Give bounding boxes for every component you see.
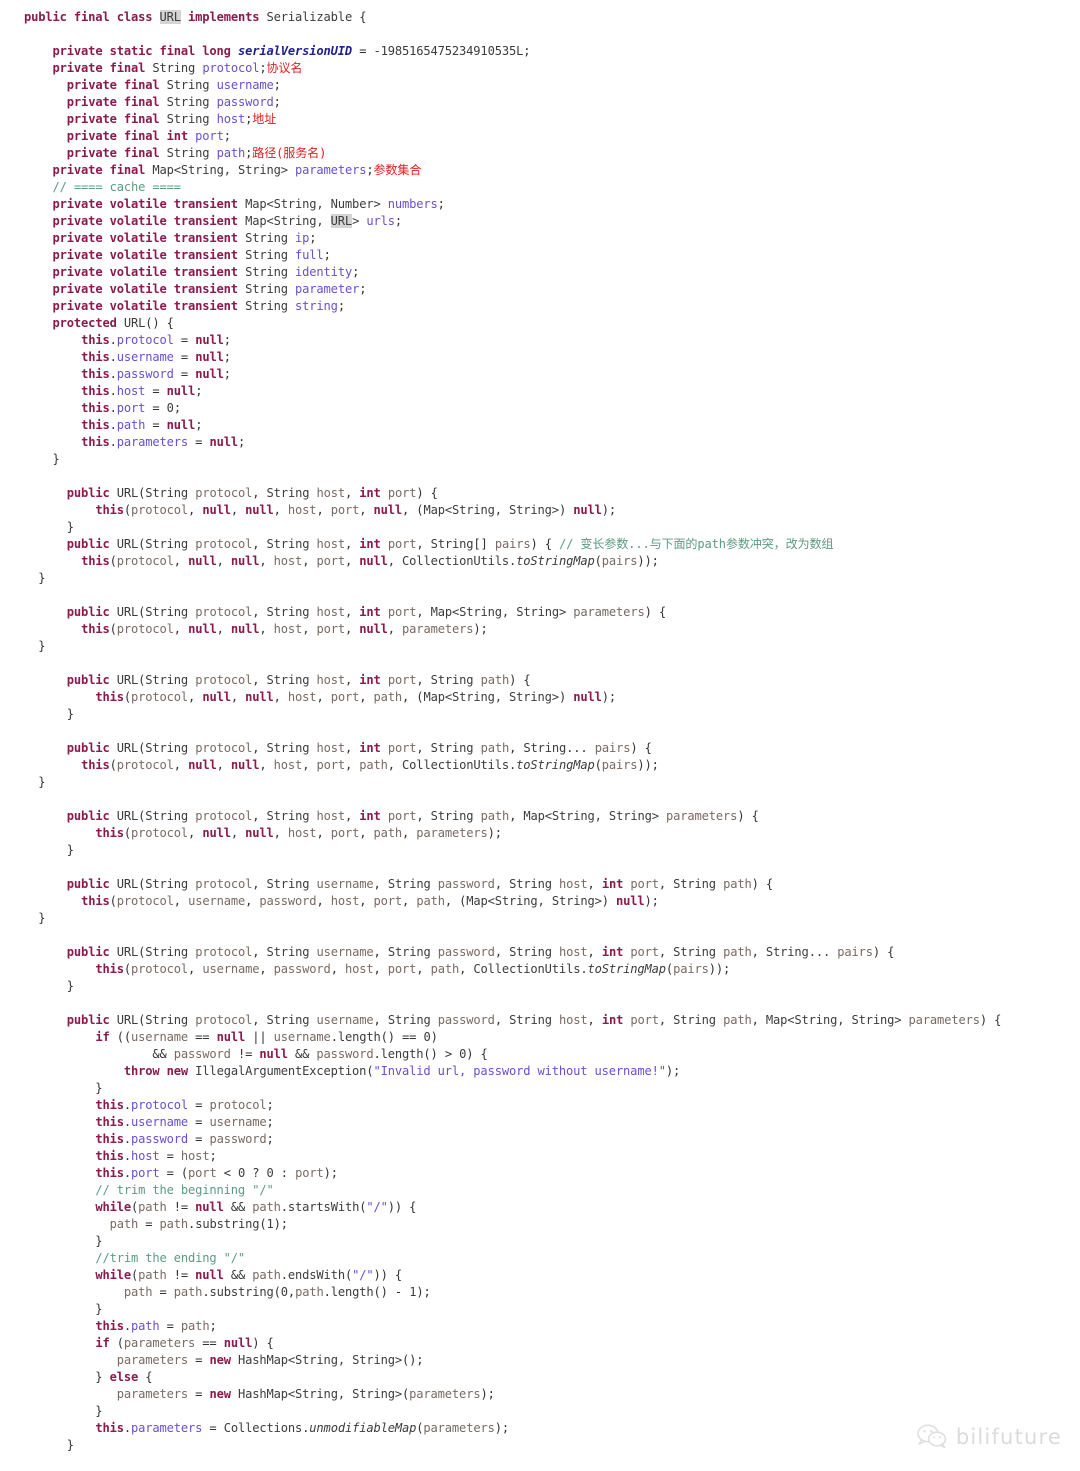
- code-line: }: [24, 520, 74, 534]
- watermark-label: bilifuture: [955, 1424, 1062, 1449]
- code-line: this.path = path;: [95, 1319, 217, 1333]
- code-line: this(protocol, null, null, host, port, p…: [95, 826, 502, 840]
- code-line: this.protocol = protocol;: [95, 1098, 274, 1112]
- code-line: public URL(String protocol, String usern…: [66, 877, 774, 891]
- code-viewer: public final class URL implements Serial…: [0, 0, 1080, 1471]
- code-line: }: [24, 911, 46, 925]
- code-line: }: [24, 571, 46, 585]
- code-line: private final String username;: [66, 78, 281, 92]
- code-line: this(protocol, null, null, host, port, n…: [95, 503, 616, 517]
- code-line: public URL(String protocol, String host,…: [66, 809, 759, 823]
- code-line: && password != null && password.length()…: [24, 1047, 488, 1061]
- code-line: this.username = null;: [81, 350, 231, 364]
- code-line: } else {: [24, 1370, 153, 1384]
- code-line: }: [24, 1234, 103, 1248]
- code-line: //trim the ending "/": [95, 1251, 246, 1265]
- code-line: private volatile transient String identi…: [52, 265, 360, 279]
- code-line: }: [24, 979, 74, 993]
- code-line: private volatile transient Map<String, U…: [52, 214, 403, 228]
- code-line: public URL(String protocol, String host,…: [66, 486, 438, 500]
- code-line: private final String host;地址: [66, 112, 277, 126]
- wechat-icon: [917, 1424, 947, 1449]
- code-line: }: [24, 775, 46, 789]
- code-line: }: [24, 1404, 103, 1418]
- watermark: bilifuture: [917, 1424, 1062, 1449]
- code-line: this.password = password;: [95, 1132, 274, 1146]
- code-line: private volatile transient Map<String, N…: [52, 197, 445, 211]
- code-line: while(path != null && path.startsWith("/…: [95, 1200, 417, 1214]
- code-line: this.host = null;: [81, 384, 203, 398]
- code-line: path = path.substring(1);: [109, 1217, 288, 1231]
- code-line: this(protocol, null, null, host, port, p…: [81, 758, 659, 772]
- code-line: }: [24, 1081, 103, 1095]
- code-line: parameters = new HashMap<String, String>…: [116, 1353, 424, 1367]
- code-line: private final Map<String, String> parame…: [52, 163, 422, 177]
- code-line: public URL(String protocol, String host,…: [66, 673, 531, 687]
- code-line: private volatile transient String ip;: [52, 231, 317, 245]
- code-line: private volatile transient String string…: [52, 299, 346, 313]
- code-line: }: [24, 639, 46, 653]
- code-line: }: [24, 1302, 103, 1316]
- code-line: public URL(String protocol, String usern…: [66, 945, 895, 959]
- code-line: parameters = new HashMap<String, String>…: [116, 1387, 495, 1401]
- code-line: }: [24, 707, 74, 721]
- code-line: if ((username == null || username.length…: [95, 1030, 438, 1044]
- code-line: while(path != null && path.endsWith("/")…: [95, 1268, 403, 1282]
- code-line: // ==== cache ====: [52, 180, 182, 194]
- code-line: private static final long serialVersionU…: [52, 44, 531, 58]
- code-line: this(protocol, null, null, host, port, p…: [95, 690, 616, 704]
- code-line: public URL(String protocol, String host,…: [66, 537, 834, 551]
- code-line: public final class URL implements Serial…: [24, 10, 367, 24]
- code-line: this.parameters = null;: [81, 435, 246, 449]
- code-line: this.host = host;: [95, 1149, 217, 1163]
- code-line: private final int port;: [66, 129, 231, 143]
- code-line: private final String password;: [66, 95, 281, 109]
- code-line: public URL(String protocol, String host,…: [66, 741, 652, 755]
- code-line: public URL(String protocol, String host,…: [66, 605, 666, 619]
- code-line: this.username = username;: [95, 1115, 274, 1129]
- code-line: }: [24, 843, 74, 857]
- code-line: this.port = 0;: [81, 401, 181, 415]
- code-line: private final String path;路径(服务名): [66, 146, 327, 160]
- code-line: }: [24, 452, 60, 466]
- code-line: protected URL() {: [52, 316, 174, 330]
- code-line: private volatile transient String full;: [52, 248, 331, 262]
- code-line: if (parameters == null) {: [95, 1336, 274, 1350]
- code-line: this(protocol, null, null, host, port, n…: [81, 554, 659, 568]
- code-line: this.protocol = null;: [81, 333, 231, 347]
- code-line: this.path = null;: [81, 418, 203, 432]
- code-line: this(protocol, null, null, host, port, n…: [81, 622, 488, 636]
- code-line: this(protocol, username, password, host,…: [81, 894, 659, 908]
- code-line: this.port = (port < 0 ? 0 : port);: [95, 1166, 338, 1180]
- code-line: throw new IllegalArgumentException("Inva…: [123, 1064, 681, 1078]
- code-line: this.parameters = Collections.unmodifiab…: [95, 1421, 509, 1435]
- code-line: this(protocol, username, password, host,…: [95, 962, 731, 976]
- code-line: }: [24, 1438, 74, 1452]
- code-line: public URL(String protocol, String usern…: [66, 1013, 1002, 1027]
- code-line: path = path.substring(0,path.length() - …: [123, 1285, 431, 1299]
- code-line: this.password = null;: [81, 367, 231, 381]
- code-line: // trim the beginning "/": [95, 1183, 274, 1197]
- code-line: private volatile transient String parame…: [52, 282, 367, 296]
- code-line: private final String protocol;协议名: [52, 61, 303, 75]
